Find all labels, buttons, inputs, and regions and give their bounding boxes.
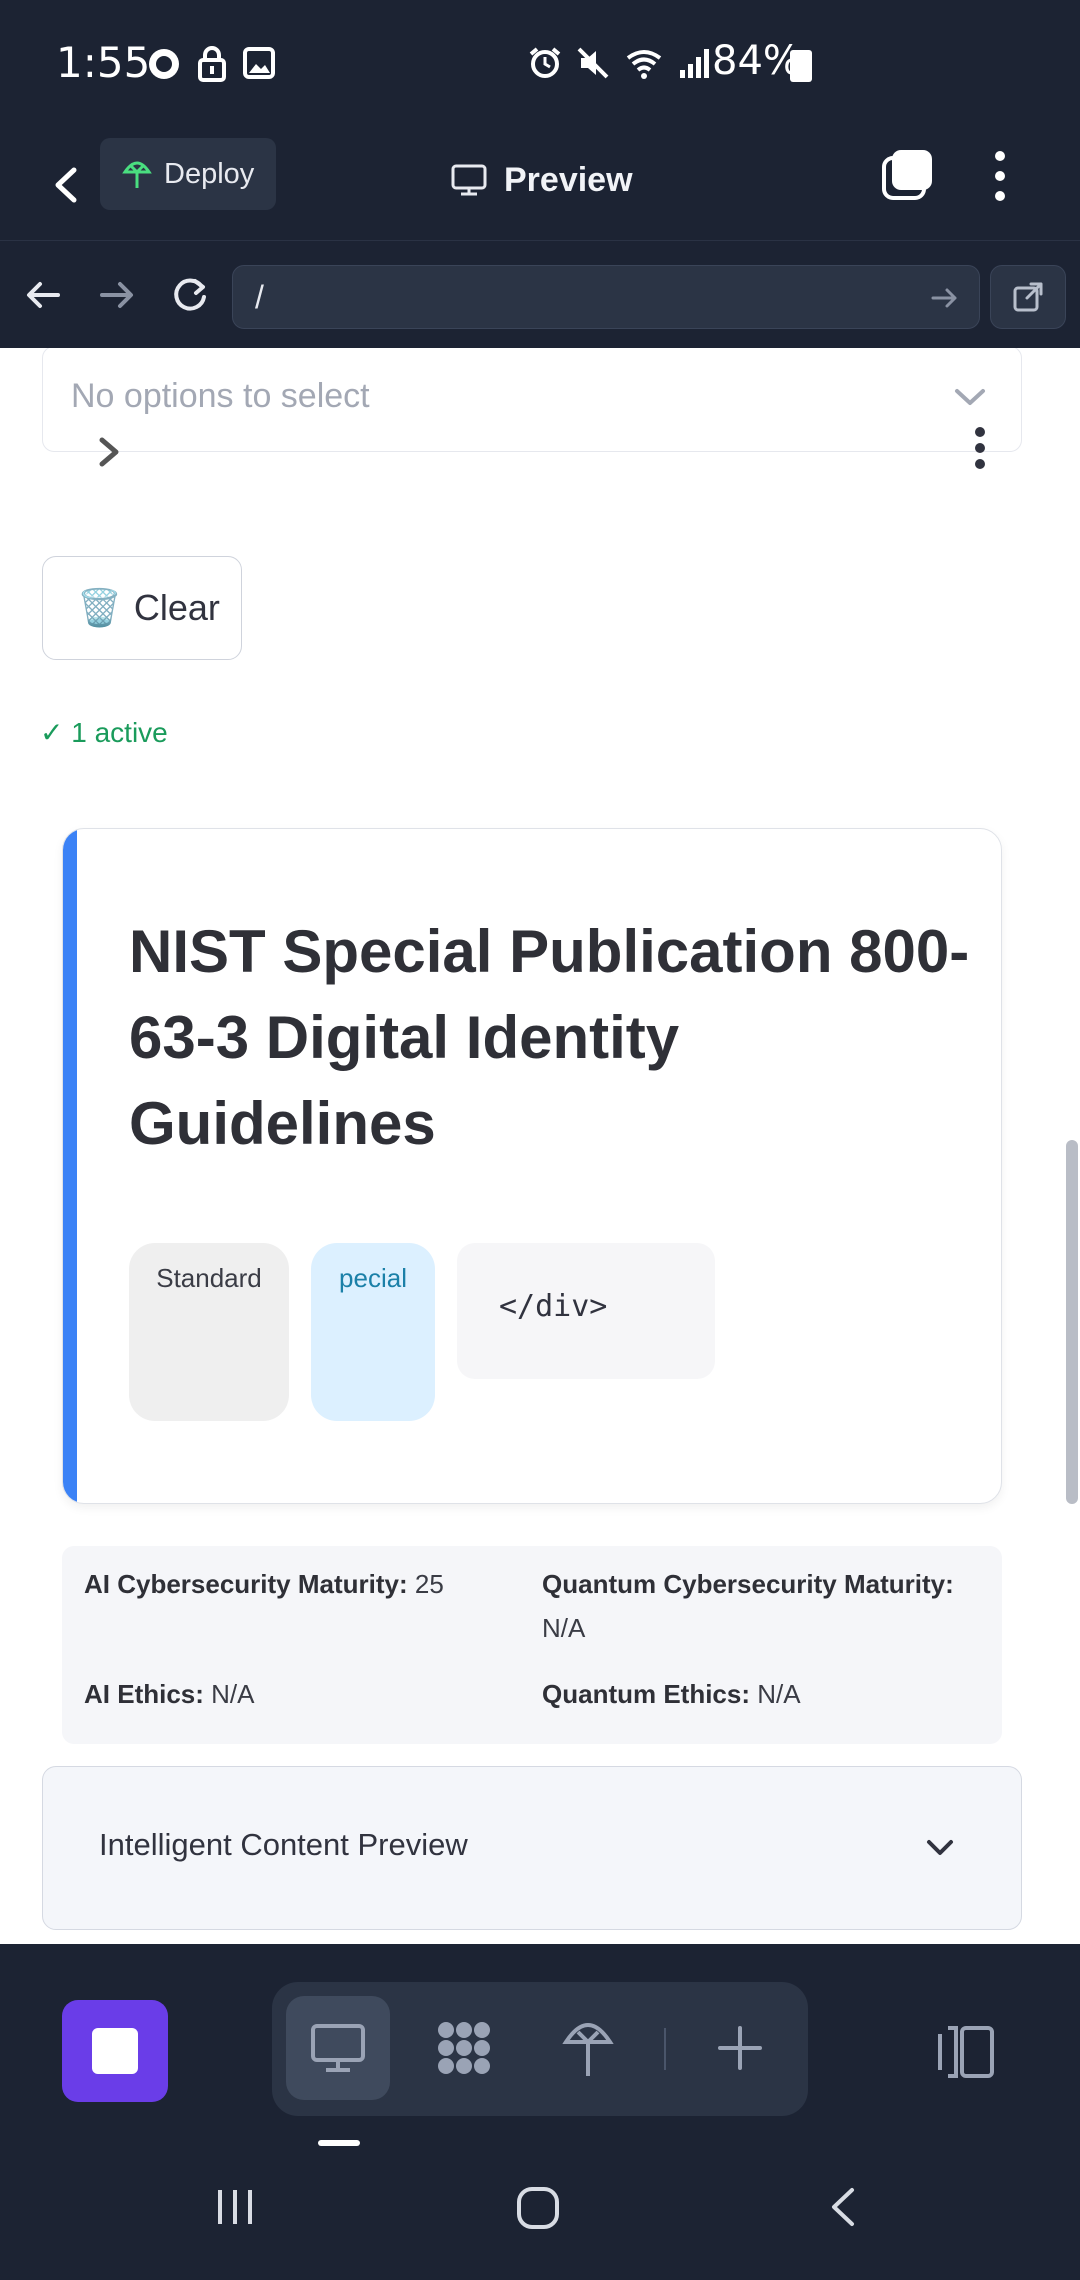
add-icon <box>718 2026 762 2070</box>
ai-ethics-metric: AI Ethics: N/A <box>84 1672 255 1716</box>
metrics-panel: AI Cybersecurity Maturity: 25 Quantum Cy… <box>62 1546 1002 1744</box>
select-placeholder: No options to select <box>71 377 370 415</box>
tag-standard: Standard <box>129 1243 289 1421</box>
active-status: ✓ 1 active <box>40 717 168 748</box>
add-tool-button[interactable] <box>688 1996 792 2100</box>
stop-button[interactable] <box>62 2000 168 2102</box>
status-time: 1:55 <box>56 38 151 87</box>
url-input[interactable]: / <box>232 265 980 329</box>
status-bar: 1:55 84% <box>0 0 1080 130</box>
quantum-ethics-metric: Quantum Ethics: N/A <box>542 1672 801 1716</box>
signal-icon <box>678 46 712 80</box>
metric-label: Quantum Cybersecurity Maturity: <box>542 1569 954 1599</box>
metric-label: AI Ethics: <box>84 1679 204 1709</box>
monitor-icon <box>450 163 488 197</box>
metric-label: Quantum Ethics: <box>542 1679 751 1709</box>
scrollbar-thumb[interactable] <box>1066 1140 1078 1504</box>
deploy-icon <box>562 2023 614 2076</box>
metric-value: N/A <box>757 1679 801 1709</box>
system-back-icon[interactable] <box>820 2184 866 2230</box>
app-header: Deploy Preview <box>0 130 1080 240</box>
desktop-tool-button[interactable] <box>286 1996 390 2100</box>
alarm-icon <box>528 46 562 80</box>
home-icon[interactable] <box>514 2184 562 2232</box>
expander-label: Intelligent Content Preview <box>99 1827 468 1862</box>
clear-button[interactable]: 🗑️ Clear <box>42 556 242 660</box>
wifi-icon <box>624 46 664 80</box>
document-title: NIST Special Publication 800-63-3 Digita… <box>129 918 970 1157</box>
battery-percent: 84% <box>712 38 801 84</box>
url-text: / <box>255 278 264 315</box>
browser-back-icon[interactable] <box>22 273 66 317</box>
bottom-toolbar <box>0 1944 1080 2144</box>
chevron-down-icon[interactable] <box>925 1837 955 1859</box>
deploy-button[interactable]: Deploy <box>100 138 276 210</box>
gallery-icon <box>242 46 276 82</box>
metric-value: N/A <box>542 1613 586 1643</box>
preview-label: Preview <box>504 160 633 199</box>
document-card: NIST Special Publication 800-63-3 Digita… <box>62 828 1002 1504</box>
browser-bar: / <box>0 240 1080 348</box>
recent-apps-icon[interactable] <box>212 2184 258 2230</box>
page-content: No options to select 🗑️ Clear ✓ 1 active… <box>0 348 1080 1944</box>
card-accent-bar <box>63 829 77 1503</box>
back-button[interactable] <box>44 150 88 220</box>
system-nav-bar <box>0 2150 1080 2280</box>
code-snippet: </div> <box>457 1243 715 1379</box>
apps-icon <box>438 2022 490 2074</box>
quantum-cybersecurity-metric: Quantum Cybersecurity Maturity: N/A <box>542 1562 982 1650</box>
more-menu-icon[interactable] <box>990 146 1010 206</box>
preview-title: Preview <box>450 150 633 210</box>
chevron-right-icon[interactable] <box>94 432 124 472</box>
tag-pecial: pecial <box>311 1243 435 1421</box>
multiselect-input[interactable]: No options to select <box>42 348 1022 452</box>
chevron-left-icon <box>55 167 77 203</box>
lock-icon <box>196 46 228 82</box>
content-preview-expander[interactable]: Intelligent Content Preview <box>42 1766 1022 1930</box>
mute-icon <box>576 46 610 80</box>
metric-value: N/A <box>211 1679 255 1709</box>
toolbar-separator <box>664 2028 666 2070</box>
open-external-button[interactable] <box>990 265 1066 329</box>
reload-icon[interactable] <box>168 273 212 317</box>
whatsapp-icon <box>146 46 182 82</box>
deploy-icon <box>122 158 152 190</box>
desktop-icon <box>311 2024 365 2072</box>
chevron-down-icon[interactable] <box>953 385 987 409</box>
tool-group <box>272 1982 808 2116</box>
tabs-icon[interactable] <box>880 146 936 202</box>
browser-forward-icon[interactable] <box>94 273 138 317</box>
apps-tool-button[interactable] <box>412 1996 516 2100</box>
ai-cybersecurity-metric: AI Cybersecurity Maturity: 25 <box>84 1562 444 1606</box>
deploy-tool-button[interactable] <box>536 1996 640 2100</box>
element-menu-icon[interactable] <box>972 424 988 472</box>
metric-label: AI Cybersecurity Maturity: <box>84 1569 408 1599</box>
external-link-icon <box>1013 282 1043 312</box>
go-arrow-icon[interactable] <box>929 282 961 314</box>
battery-icon <box>790 50 812 82</box>
metric-value: 25 <box>414 1569 444 1599</box>
trash-icon: 🗑️ <box>77 587 122 628</box>
clear-label: Clear <box>133 587 220 628</box>
side-panel-icon[interactable] <box>934 2024 996 2080</box>
stop-icon <box>92 2028 138 2074</box>
toolbar-indicator <box>318 2140 360 2146</box>
deploy-label: Deploy <box>164 157 255 190</box>
